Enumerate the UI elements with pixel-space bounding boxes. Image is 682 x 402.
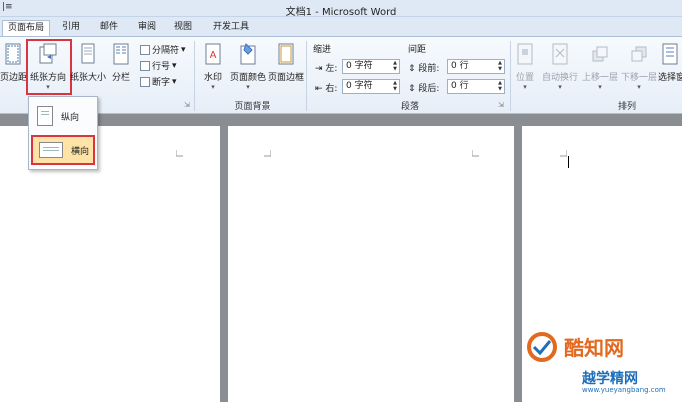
text-wrap-button[interactable]: 自动换行 ▾ — [541, 43, 579, 91]
bring-forward-button[interactable]: 上移一层 ▾ — [581, 43, 619, 91]
document-page-2[interactable] — [228, 126, 514, 402]
spacing-before-label: ⇕ 段前: — [408, 64, 440, 74]
tab-review[interactable]: 审阅 — [134, 20, 160, 36]
chevron-down-icon: ▾ — [172, 60, 177, 71]
title-bar: |≡ 文档1 - Microsoft Word — [0, 0, 682, 18]
columns-button[interactable]: 分栏 — [108, 43, 134, 83]
arrange-group-label: 排列 — [617, 102, 636, 112]
position-button[interactable]: 位置 ▾ — [512, 43, 538, 91]
spinner-icon[interactable]: ▲ ▼ — [393, 60, 397, 72]
columns-icon — [113, 43, 129, 65]
spacing-before-icon: ⇕ — [408, 64, 416, 74]
line-numbers-icon — [140, 60, 150, 71]
page-color-button[interactable]: 页面颜色 ▾ — [229, 43, 267, 91]
watermark-icon: A — [205, 43, 221, 65]
selection-pane-icon — [662, 43, 678, 65]
page-color-icon — [240, 43, 256, 65]
page-background-group-label: 页面背景 — [234, 102, 271, 112]
chevron-down-icon: ▾ — [181, 44, 186, 55]
page-borders-icon — [278, 43, 294, 65]
line-numbers-button[interactable]: 行号 ▾ — [140, 59, 177, 72]
portrait-page-icon — [37, 106, 53, 126]
orientation-highlight — [26, 39, 72, 95]
landscape-page-icon — [39, 142, 63, 158]
chevron-down-icon: ▾ — [523, 83, 527, 91]
indent-right-icon: ⇤ — [315, 84, 323, 94]
chevron-down-icon: ▾ — [246, 83, 250, 91]
send-backward-button[interactable]: 下移一层 ▾ — [620, 43, 658, 91]
chevron-down-icon: ▾ — [211, 83, 215, 91]
text-cursor — [568, 156, 569, 168]
paragraph-dialog-launcher-icon[interactable]: ⇲ — [498, 101, 504, 109]
ribbon-tabs: 页面布局 引用 邮件 审阅 视图 开发工具 — [0, 17, 682, 37]
watermark-brand: 酷知网 — [564, 336, 624, 360]
margins-icon — [5, 43, 21, 65]
page-corner-mark — [472, 150, 479, 157]
hyphenation-icon — [140, 76, 150, 87]
watermark-brand-secondary: 越学精网 — [582, 371, 638, 387]
bring-forward-icon — [592, 46, 608, 62]
spacing-before-input[interactable]: 0 行 ▲ ▼ — [447, 59, 505, 74]
spinner-icon[interactable]: ▲ ▼ — [498, 80, 502, 92]
spacing-after-input[interactable]: 0 行 ▲ ▼ — [447, 79, 505, 94]
indent-left-label: ⇥ 左: — [315, 64, 338, 74]
position-icon — [517, 43, 533, 65]
tab-view[interactable]: 视图 — [170, 20, 196, 36]
hyphenation-button[interactable]: 断字 ▾ — [140, 75, 177, 88]
spinner-icon[interactable]: ▲ ▼ — [498, 60, 502, 72]
watermark-logo-icon — [527, 332, 557, 362]
tab-references[interactable]: 引用 — [58, 20, 84, 36]
text-wrap-icon — [552, 43, 568, 65]
paragraph-group-label: 段落 — [400, 102, 419, 112]
watermark-button[interactable]: A 水印 ▾ — [200, 43, 226, 91]
spacing-title: 间距 — [408, 45, 427, 55]
send-backward-icon — [631, 46, 647, 62]
indent-left-icon: ⇥ — [315, 64, 323, 74]
chevron-down-icon: ▾ — [637, 83, 641, 91]
spacing-after-label: ⇕ 段后: — [408, 84, 440, 94]
spinner-icon[interactable]: ▲ ▼ — [393, 80, 397, 92]
orientation-menu: 纵向 横向 — [28, 96, 98, 170]
tab-developer[interactable]: 开发工具 — [208, 20, 254, 36]
indent-right-input[interactable]: 0 字符 ▲ ▼ — [342, 79, 400, 94]
page-borders-button[interactable]: 页面边框 — [267, 43, 305, 83]
group-separator — [306, 41, 307, 111]
orientation-landscape-item[interactable]: 横向 — [31, 135, 95, 165]
group-separator — [194, 41, 195, 111]
page-corner-mark — [264, 150, 271, 157]
tab-page-layout[interactable]: 页面布局 — [2, 20, 50, 37]
indent-left-input[interactable]: 0 字符 ▲ ▼ — [342, 59, 400, 74]
chevron-down-icon: ▾ — [598, 83, 602, 91]
page-corner-mark — [560, 150, 567, 157]
selection-pane-button[interactable]: 选择窗 — [658, 43, 682, 83]
page-corner-mark — [176, 150, 183, 157]
orientation-portrait-item[interactable]: 纵向 — [31, 101, 95, 131]
paper-size-button[interactable]: 纸张大小 — [70, 43, 106, 83]
chevron-down-icon: ▾ — [558, 83, 562, 91]
ribbon: 页边距 纸张方向 ▾ 纸张大小 分栏 分隔符 ▾ 行号 ▾ 断字 ▾ ⇲ A 水… — [0, 36, 682, 114]
svg-text:A: A — [210, 50, 217, 61]
indent-title: 缩进 — [313, 45, 332, 55]
page-setup-dialog-launcher-icon[interactable]: ⇲ — [184, 101, 190, 109]
paper-size-icon — [81, 43, 95, 64]
breaks-icon — [140, 44, 150, 55]
breaks-button[interactable]: 分隔符 ▾ — [140, 43, 186, 56]
margins-button[interactable]: 页边距 — [0, 43, 27, 83]
group-separator — [510, 41, 511, 111]
spacing-after-icon: ⇕ — [408, 84, 416, 94]
window-title: 文档1 - Microsoft Word — [285, 7, 397, 18]
watermark-url: www.yueyangbang.com — [582, 386, 666, 394]
site-watermark: 酷知网 越学精网 www.yueyangbang.com — [518, 328, 678, 400]
chevron-down-icon: ▾ — [172, 76, 177, 87]
indent-right-label: ⇤ 右: — [315, 84, 338, 94]
tab-mailings[interactable]: 邮件 — [96, 20, 122, 36]
